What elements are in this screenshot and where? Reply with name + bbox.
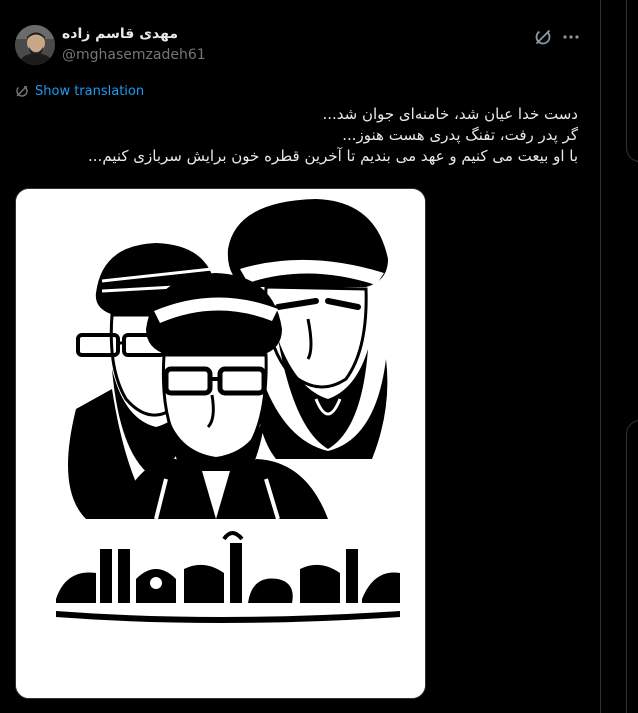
more-horizontal-icon[interactable] [560,27,582,47]
tweet: مهدی قاسم زاده @mghasemzadeh61 Show tran… [0,0,600,713]
tweet-text: دست خدا عیان شد، خامنه‌ای جوان شد... گر … [38,104,578,167]
translate-icon [16,85,28,97]
grok-icon[interactable] [533,27,553,47]
right-rail-card [626,420,638,713]
avatar[interactable] [15,25,55,65]
tweet-media-image[interactable] [15,188,426,699]
show-translation-link[interactable]: Show translation [15,82,144,100]
tweet-text-line: با او بیعت می کنیم و عهد می بندیم تا آخر… [88,147,578,165]
right-rail-card [626,0,638,162]
avatar-image [15,25,55,65]
show-translation-label: Show translation [35,83,145,99]
tweet-text-line: گر پدر رفت، تفنگ پدری هست هنوز... [342,126,578,144]
right-rail-divider [600,0,601,713]
poster-illustration [16,189,425,698]
tweet-text-line: دست خدا عیان شد، خامنه‌ای جوان شد... [322,105,578,123]
author-handle[interactable]: @mghasemzadeh61 [62,47,206,63]
author-display-name[interactable]: مهدی قاسم زاده [62,26,178,42]
